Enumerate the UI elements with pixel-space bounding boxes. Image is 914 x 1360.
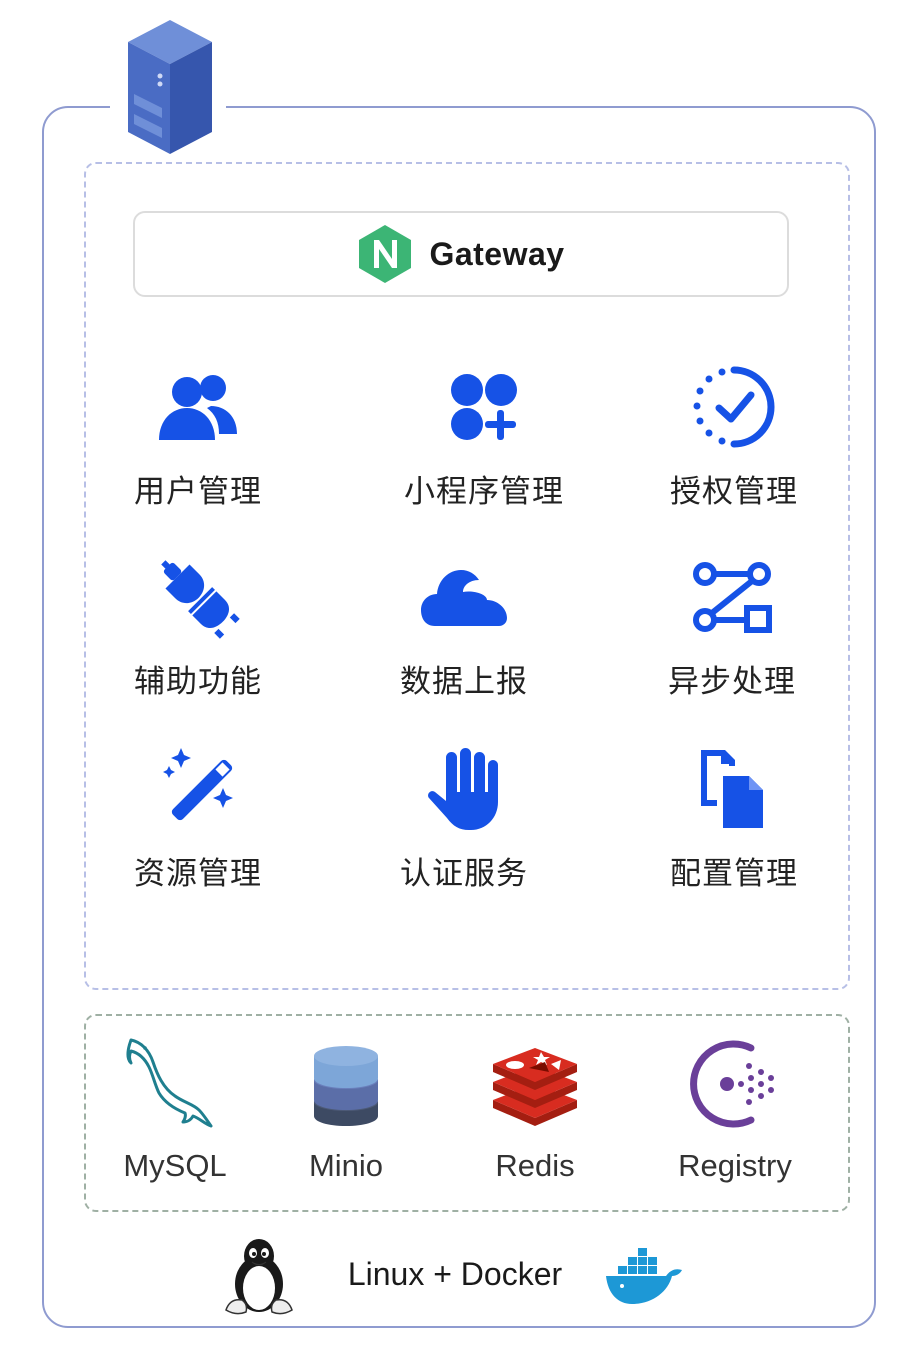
gateway-bar: Gateway [133,211,789,297]
service-label: 数据上报 [400,664,528,700]
service-label: 配置管理 [670,856,798,892]
cloud-icon [421,570,507,626]
consul-icon [690,1040,774,1128]
service-data-reporting[interactable]: 数据上报 [354,552,574,701]
service-label: 异步处理 [668,664,796,700]
infra-minio[interactable]: Minio [251,1034,441,1184]
service-auxiliary-functions[interactable]: 辅助功能 [88,552,308,701]
service-label: 小程序管理 [404,474,564,510]
service-label: 认证服务 [400,856,528,892]
infra-label: Registry [678,1148,792,1183]
tux-icon [225,1239,293,1315]
flow-icon [693,562,772,633]
runtime-row: Linux + Docker [0,1230,914,1320]
service-user-management[interactable]: 用户管理 [88,362,308,511]
database-stack-icon [314,1046,378,1126]
service-authorization-management[interactable]: 授权管理 [624,362,844,511]
infra-label: Redis [495,1148,575,1183]
infra-label: MySQL [123,1148,227,1183]
dolphin-icon [126,1038,213,1128]
runtime-label: Linux + Docker [347,1256,563,1292]
redis-icon [493,1048,577,1126]
service-async-processing[interactable]: 异步处理 [622,552,842,701]
apps-add-icon [451,374,517,440]
files-icon [701,750,763,828]
nginx-icon [359,225,412,283]
server-rack-icon [128,20,212,154]
infra-label: Minio [308,1148,384,1183]
service-resource-management[interactable]: 资源管理 [88,744,308,893]
gateway-label: Gateway [429,235,565,272]
magic-wand-icon [163,748,233,821]
users-icon [159,375,237,440]
infra-redis[interactable]: Redis [440,1034,630,1184]
plug-icon [161,560,240,639]
infra-mysql[interactable]: MySQL [80,1034,270,1184]
service-label: 辅助功能 [134,664,262,700]
service-miniprogram-management[interactable]: 小程序管理 [374,362,594,511]
hand-icon [428,748,498,830]
service-config-management[interactable]: 配置管理 [624,744,844,893]
service-label: 用户管理 [134,474,262,510]
infra-registry[interactable]: Registry [640,1034,830,1184]
service-label: 授权管理 [670,474,798,510]
service-label: 资源管理 [134,856,262,892]
service-authentication[interactable]: 认证服务 [354,744,574,893]
circle-check-icon [693,366,775,448]
docker-whale-icon [606,1248,682,1304]
